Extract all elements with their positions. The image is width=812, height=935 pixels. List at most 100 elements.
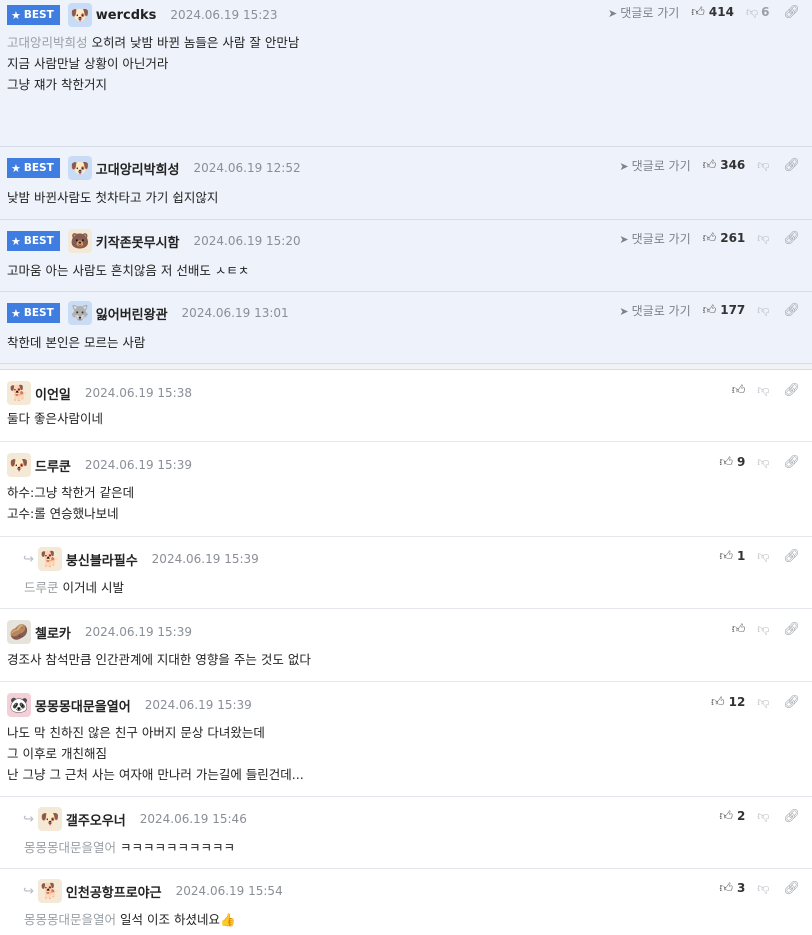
avatar[interactable]: 🐻 [67, 229, 92, 253]
dislike-button[interactable]: 👎︎ [757, 549, 769, 564]
avatar[interactable]: 🐕 [37, 547, 62, 571]
dislike-button[interactable]: 👎︎ [757, 622, 769, 637]
reply-mention[interactable]: 드루쿤 [24, 580, 59, 595]
link-icon[interactable]: 🔗︎ [783, 383, 800, 398]
dislike-button[interactable]: 👎︎ [757, 881, 769, 896]
dislike-button[interactable]: 👎︎ [757, 383, 769, 398]
like-button[interactable]: 👍︎ 177 [703, 303, 746, 318]
reply-mention[interactable]: 고대앙리박희성 [7, 35, 88, 50]
thumbs-up-icon: 👍︎ [691, 4, 705, 20]
nickname[interactable]: 고대앙리박희성 [96, 159, 180, 178]
like-button[interactable]: 👍︎ 2 [719, 809, 745, 824]
nickname[interactable]: wercdks [96, 8, 157, 23]
nickname[interactable]: 갤주오우너 [66, 810, 126, 829]
like-button[interactable]: 👍︎ [732, 622, 746, 637]
best-badge: ★ BEST [7, 231, 60, 251]
comment-date: 2024.06.19 15:54 [175, 884, 283, 898]
comment-item: ★ BEST 🐶 wercdks 2024.06.19 15:23 ➤ 댓글로 가기… [0, 0, 812, 147]
comment-body: 낮밤 바뀐사람도 첫차타고 가기 쉽지않지 [7, 190, 219, 205]
avatar[interactable]: 🐕 [37, 879, 62, 903]
goto-comment-link[interactable]: ➤ 댓글로 가기 [608, 4, 679, 21]
nickname[interactable]: 키작존못무시함 [96, 232, 180, 251]
navigate-arrow-icon: ➤ [619, 232, 629, 246]
dislike-button[interactable]: 👎︎ [757, 231, 769, 246]
comment-date: 2024.06.19 15:46 [139, 812, 247, 826]
nickname[interactable]: 드루쿤 [35, 456, 71, 475]
link-icon[interactable]: 🔗︎ [783, 549, 800, 564]
link-icon[interactable]: 🔗︎ [783, 5, 800, 20]
nickname[interactable]: 몽몽몽대문을열어 [35, 696, 131, 715]
reply-mention[interactable]: 몽몽몽대문을열어 [24, 912, 116, 927]
link-icon[interactable]: 🔗︎ [783, 809, 800, 824]
like-button[interactable]: 👍︎ [732, 383, 746, 398]
thumbs-down-icon: 👎︎ [757, 302, 770, 317]
comment-item: 🥔 첼로카 2024.06.19 15:39 👍︎ 👎︎ 🔗︎ 경조사 참석만큼… [0, 609, 812, 682]
avatar[interactable]: 🥔 [7, 620, 31, 644]
thumbs-down-icon: 👎︎ [757, 548, 770, 563]
like-button[interactable]: 👍︎ 261 [703, 231, 746, 246]
link-icon[interactable]: 🔗︎ [783, 622, 800, 637]
comment-date: 2024.06.19 15:23 [170, 8, 278, 22]
like-button[interactable]: 👍︎ 1 [719, 549, 745, 564]
avatar[interactable]: 🐶 [37, 807, 62, 831]
comment-date: 2024.06.19 15:20 [193, 234, 301, 248]
avatar[interactable]: 🐶 [7, 453, 31, 477]
thumbs-down-icon: 👎︎ [757, 157, 770, 172]
reply-item: ↪ 🐕 인천공항프로야근 2024.06.19 15:54 👍︎ 3 👎︎ 🔗︎ … [0, 869, 812, 935]
thumbs-down-icon: 👎︎ [757, 694, 770, 709]
thumbs-up-icon: 👍︎ [702, 157, 717, 173]
dislike-button[interactable]: 👎︎ [757, 158, 769, 173]
goto-comment-link[interactable]: ➤ 댓글로 가기 [619, 157, 690, 174]
reply-item: ↪ 🐶 갤주오우너 2024.06.19 15:46 👍︎ 2 👎︎ 🔗︎ 몽몽몽… [0, 797, 812, 869]
thumbs-up-icon: 👍︎ [702, 302, 717, 318]
avatar[interactable]: 🐼 [7, 693, 31, 717]
thumbs-up-icon: 👍︎ [702, 230, 717, 246]
dislike-button[interactable]: 👎︎ [757, 695, 769, 710]
dislike-button[interactable]: 👎︎ [757, 455, 769, 470]
avatar[interactable]: 🐺 [67, 301, 92, 325]
comment-date: 2024.06.19 15:39 [144, 698, 252, 712]
comment-body: 드루쿤 이거네 시발 [24, 580, 124, 595]
navigate-arrow-icon: ➤ [619, 159, 629, 173]
like-button[interactable]: 👍︎ 3 [719, 881, 745, 896]
dislike-button[interactable]: 👎︎ 6 [746, 5, 770, 20]
avatar[interactable]: 🐶 [67, 156, 92, 180]
thumbs-up-icon: 👍︎ [719, 548, 733, 564]
link-icon[interactable]: 🔗︎ [783, 303, 800, 318]
thumbs-down-icon: 👎︎ [757, 454, 770, 469]
like-button[interactable]: 👍︎ 346 [703, 158, 746, 173]
link-icon[interactable]: 🔗︎ [783, 455, 800, 470]
link-icon[interactable]: 🔗︎ [783, 881, 800, 896]
comment-body: 착한데 본인은 모르는 사람 [7, 335, 146, 350]
star-icon: ★ [11, 8, 21, 22]
nickname[interactable]: 붕신블라필수 [66, 550, 138, 569]
nickname[interactable]: 이언일 [35, 384, 71, 403]
like-button[interactable]: 👍︎ 9 [719, 455, 745, 470]
like-button[interactable]: 👍︎ 414 [691, 5, 734, 20]
like-button[interactable]: 👍︎ 12 [711, 695, 745, 710]
comment-date: 2024.06.19 15:39 [84, 625, 192, 639]
star-icon: ★ [11, 306, 21, 320]
comment-item: ★ BEST 🐶 고대앙리박희성 2024.06.19 12:52 ➤ 댓글로 가기… [0, 147, 812, 220]
link-icon[interactable]: 🔗︎ [783, 158, 800, 173]
goto-comment-link[interactable]: ➤ 댓글로 가기 [619, 302, 690, 319]
avatar[interactable]: 🐕 [7, 381, 31, 405]
goto-comment-link[interactable]: ➤ 댓글로 가기 [619, 230, 690, 247]
link-icon[interactable]: 🔗︎ [783, 695, 800, 710]
dislike-button[interactable]: 👎︎ [757, 303, 769, 318]
comment-body: 둘다 좋은사람이네 [7, 411, 103, 426]
comment-date: 2024.06.19 15:39 [84, 458, 192, 472]
thumbs-down-icon: 👎︎ [757, 230, 770, 245]
link-icon[interactable]: 🔗︎ [783, 231, 800, 246]
nickname[interactable]: 첼로카 [35, 623, 71, 642]
nickname[interactable]: 인천공항프로야근 [66, 882, 162, 901]
reply-arrow-icon: ↪ [23, 551, 34, 567]
comment-body: 몽몽몽대문을열어 일석 이조 하셨네요👍 [24, 912, 236, 927]
nickname[interactable]: 잃어버린왕관 [96, 304, 168, 323]
thumbs-up-icon: 👍︎ [719, 808, 733, 824]
avatar[interactable]: 🐶 [67, 3, 92, 27]
dislike-button[interactable]: 👎︎ [757, 809, 769, 824]
comment-body: 하수:그냥 착한거 같은데 고수:롤 연승했나보네 [7, 485, 135, 521]
reply-mention[interactable]: 몽몽몽대문을열어 [24, 840, 116, 855]
best-badge: ★ BEST [7, 5, 60, 25]
